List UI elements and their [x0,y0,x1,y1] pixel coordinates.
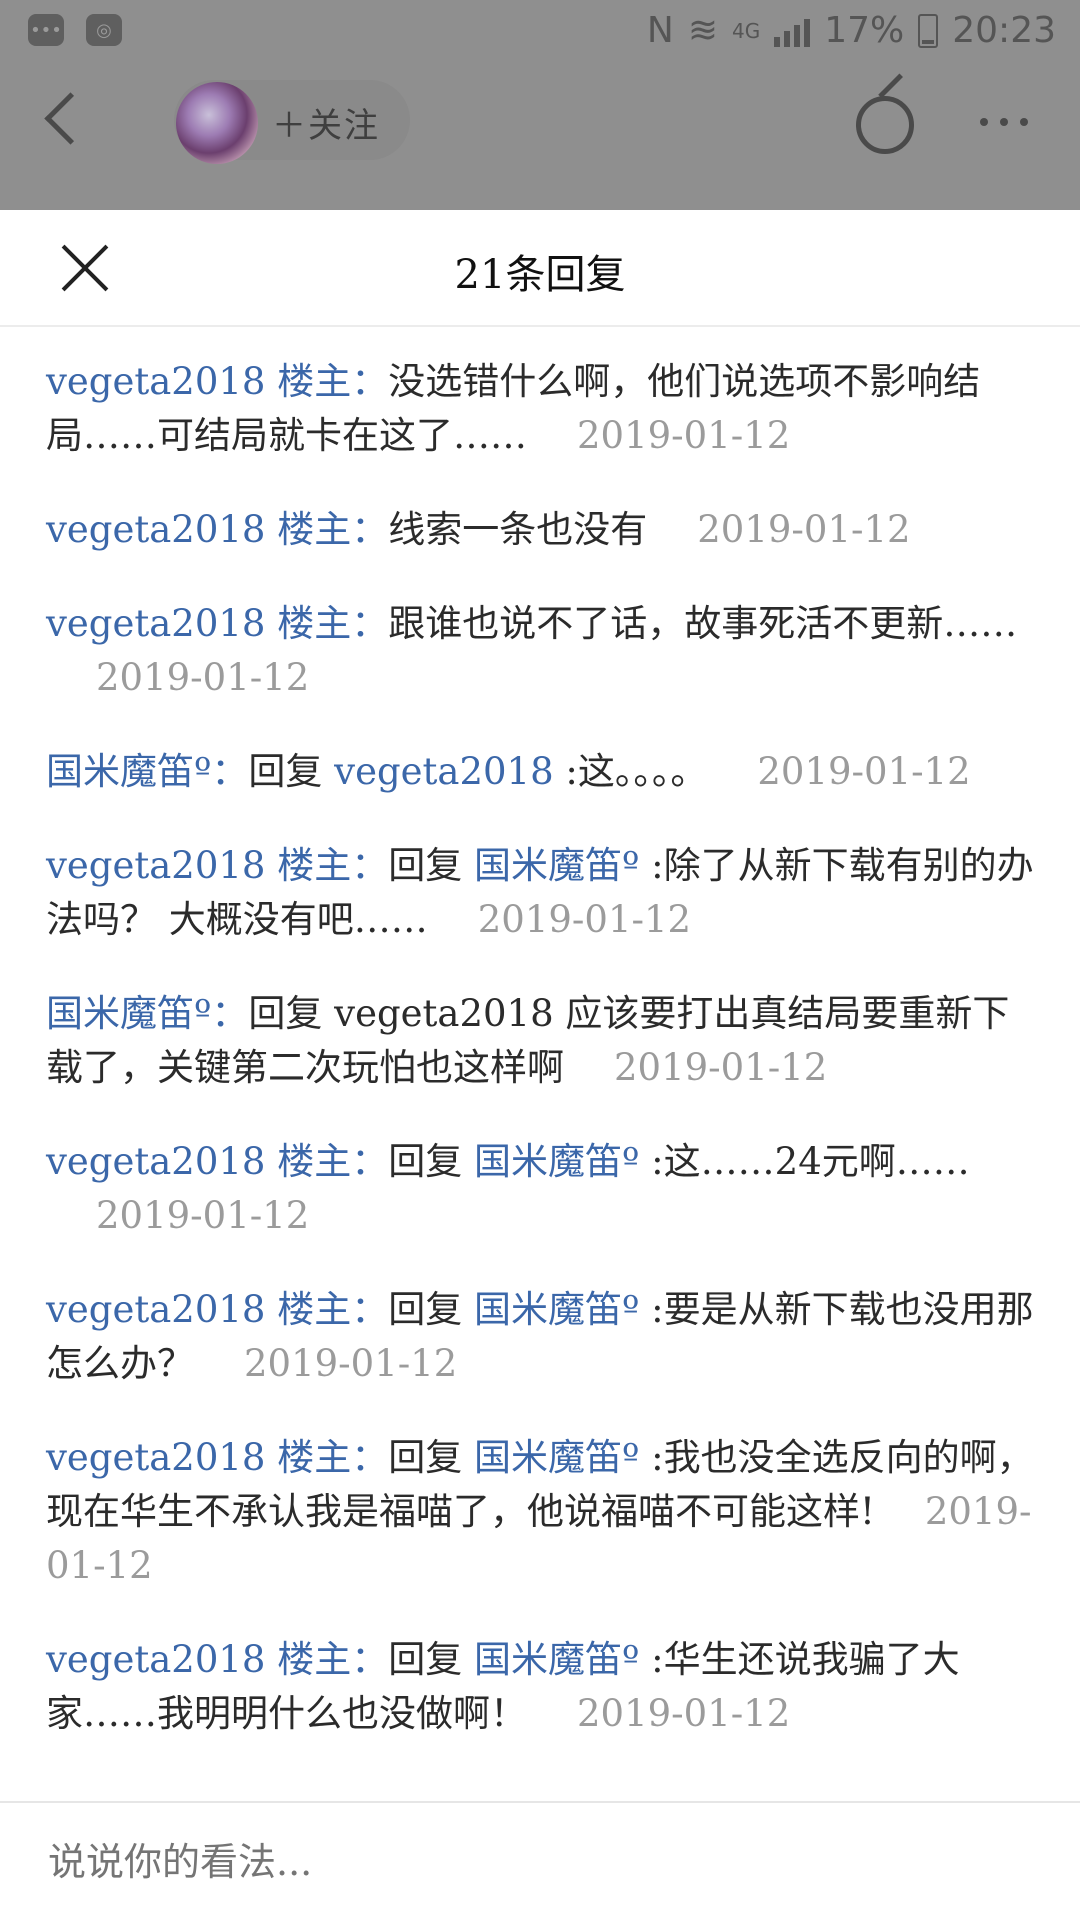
reply-date: 2019-01-12 [244,1342,458,1385]
reply-colon: ： [211,992,249,1035]
reply-prefix: 回复 [388,844,475,887]
list-item[interactable]: vegeta2018 楼主：回复 国米魔笛º :要是从新下载也没用那怎么办？ 20… [46,1283,1036,1391]
author-badge: 楼主 [277,602,352,645]
reply-username[interactable]: vegeta2018 [46,360,265,403]
message-notification-icon: ••• [28,14,64,46]
reply-text: :这……24元啊…… [639,1140,970,1183]
reply-prefix: 回复 [388,1436,475,1479]
reply-colon: ： [351,1288,389,1331]
author-badge: 楼主 [277,1436,352,1479]
reply-target-username[interactable]: 国米魔笛º [474,1638,639,1681]
comment-input[interactable] [46,1839,1030,1885]
reply-date: 2019-01-12 [96,656,310,699]
follow-label[interactable]: ＋关注 [272,98,380,147]
reply-target-username[interactable]: 国米魔笛º [474,844,639,887]
battery-percent: 17% [824,10,905,51]
author-badge: 楼主 [277,1140,352,1183]
reply-prefix: 回复 [248,750,335,793]
reply-colon: ： [351,1638,389,1681]
list-item[interactable]: vegeta2018 楼主：回复 国米魔笛º :我也没全选反向的啊，现在华生不承… [46,1431,1036,1593]
reply-username[interactable]: vegeta2018 [46,602,265,645]
reply-colon: ： [211,750,249,793]
reply-text: 跟谁也说不了话，故事死活不更新…… [388,602,1018,645]
status-bar: ••• ◎ N ≋ 4G 17% 20:23 [0,0,1080,66]
reply-target-username[interactable]: 国米魔笛º [474,1140,639,1183]
author-badge: 楼主 [277,1288,352,1331]
author-badge: 楼主 [277,844,352,887]
sheet-header: 21条回复 [0,210,1080,327]
list-item[interactable]: 国米魔笛º：回复 vegeta2018 :这。。。。 2019-01-12 [46,745,1036,799]
reply-date: 2019-01-12 [757,750,971,793]
reply-username[interactable]: 国米魔笛º [46,992,211,1035]
top-nav-bar: ＋关注 [0,66,1080,176]
reply-prefix: 回复 [388,1288,475,1331]
reply-list: vegeta2018 楼主：没选错什么啊，他们说选项不影响结局……可结局就卡在这… [46,355,1036,1781]
list-item[interactable]: vegeta2018 楼主：回复 国米魔笛º :这……24元啊…… 2019-01… [46,1135,1036,1243]
comment-input-bar [0,1801,1080,1922]
back-icon[interactable] [44,92,97,145]
reply-colon: ： [351,360,389,403]
list-item[interactable]: vegeta2018 楼主：回复 国米魔笛º :除了从新下载有别的办法吗？ 大概… [46,839,1036,947]
list-item[interactable]: vegeta2018 楼主：没选错什么啊，他们说选项不影响结局……可结局就卡在这… [46,355,1036,463]
reply-date: 2019-01-12 [477,898,692,941]
author-badge: 楼主 [277,1638,352,1681]
list-item[interactable]: vegeta2018 楼主：回复 国米魔笛º :华生还说我骗了大家……我明明什么… [46,1633,1036,1741]
author-badge: 楼主 [277,360,352,403]
list-item[interactable]: vegeta2018 楼主：跟谁也说不了话，故事死活不更新…… 2019-01-1… [46,597,1036,705]
app-notification-icon: ◎ [86,14,122,46]
reply-target-username[interactable]: vegeta2018 [334,750,553,793]
reply-username[interactable]: vegeta2018 [46,1436,265,1479]
battery-icon [918,13,939,48]
reply-prefix: 回复 [388,1140,475,1183]
reply-username[interactable]: vegeta2018 [46,844,265,887]
reply-colon: ： [351,1140,389,1183]
clock: 20:23 [952,10,1056,51]
reply-username[interactable]: vegeta2018 [46,1638,265,1681]
reply-username[interactable]: vegeta2018 [46,508,265,551]
nfc-icon: N [646,10,674,51]
replies-sheet: 21条回复 vegeta2018 楼主：没选错什么啊，他们说选项不影响结局……可… [0,210,1080,1920]
reply-username[interactable]: 国米魔笛º [46,750,211,793]
list-item[interactable]: vegeta2018 楼主：线索一条也没有 2019-01-12 [46,503,1036,557]
reply-date: 2019-01-12 [577,1692,791,1735]
list-item[interactable]: 国米魔笛º：回复 vegeta2018 应该要打出真结局要重新下载了，关键第二次… [46,987,1036,1095]
reply-target-username[interactable]: 国米魔笛º [474,1436,639,1479]
reply-username[interactable]: vegeta2018 [46,1140,265,1183]
reply-text: :这。。。。 [553,750,708,793]
reply-date: 2019-01-12 [96,1194,310,1237]
reply-colon: ： [351,844,389,887]
wifi-icon: ≋ [687,10,718,51]
dimmed-background-page: ••• ◎ N ≋ 4G 17% 20:23 ＋关注 [0,0,1080,210]
author-badge: 楼主 [277,508,352,551]
reply-text: 线索一条也没有 [388,508,648,551]
reply-username[interactable]: vegeta2018 [46,1288,265,1331]
reply-colon: ： [351,508,389,551]
share-arrow-icon [878,73,903,99]
reply-prefix: 回复 [388,1638,475,1681]
signal-icon [774,15,811,47]
reply-colon: ： [351,1436,389,1479]
reply-date: 2019-01-12 [614,1046,828,1089]
reply-date: 2019-01-12 [577,414,791,457]
share-icon[interactable] [856,96,914,154]
reply-target-username[interactable]: 国米魔笛º [474,1288,639,1331]
page-title: 21条回复 [454,252,626,298]
more-icon[interactable] [980,118,1028,126]
reply-prefix: 回复 vegeta2018 [248,992,566,1035]
network-type: 4G [732,18,761,43]
avatar[interactable] [176,82,258,164]
reply-colon: ： [351,602,389,645]
reply-date: 2019-01-12 [697,508,911,551]
